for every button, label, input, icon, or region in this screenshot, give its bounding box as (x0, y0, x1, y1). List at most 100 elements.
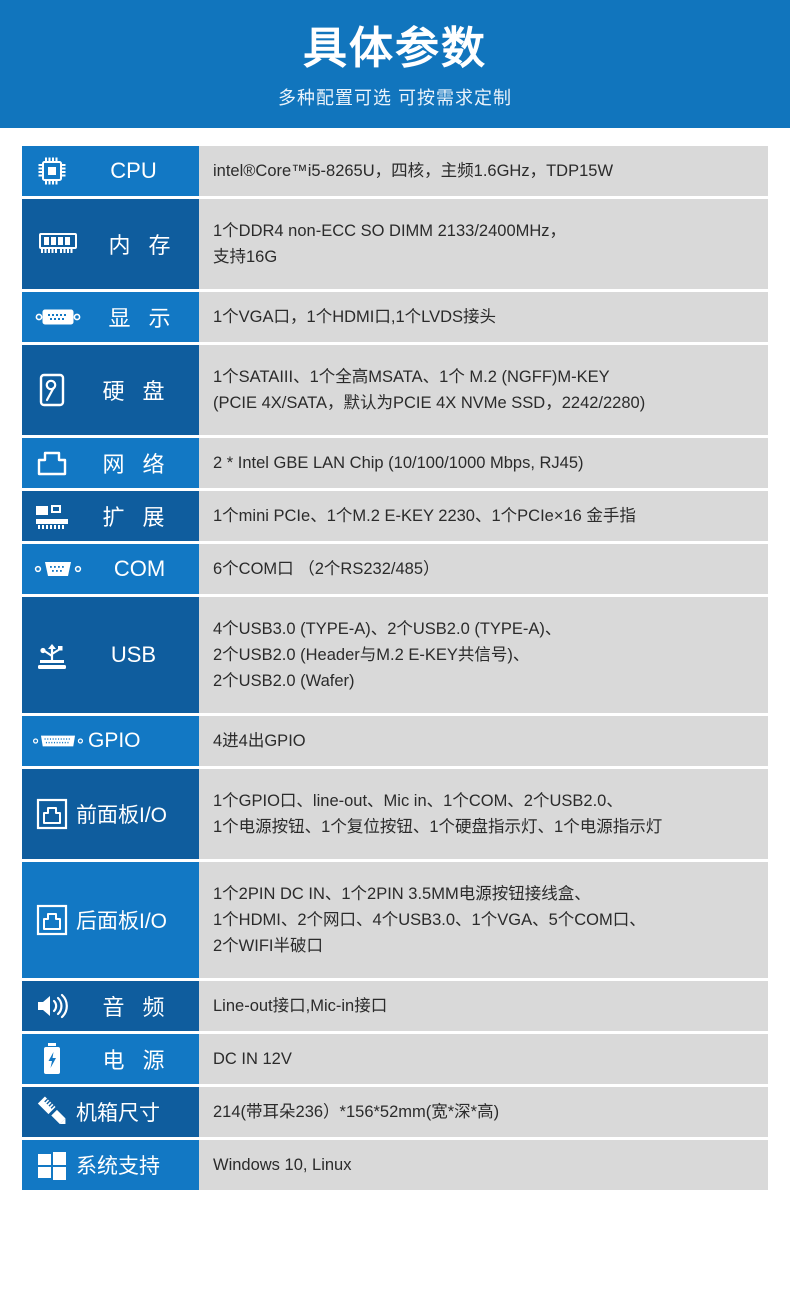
spec-label-cell: USB (22, 597, 199, 713)
spec-label-cell: 后面板I/O (22, 862, 199, 978)
speaker-audio-icon (32, 988, 72, 1024)
spec-value-cell: 1个mini PCIe、1个M.2 E-KEY 2230、1个PCIe×16 金… (199, 491, 768, 541)
spec-row: 网 络 2 * Intel GBE LAN Chip (10/100/1000 M… (22, 438, 768, 488)
spec-value-line: 1个SATAIII、1个全高MSATA、1个 M.2 (NGFF)M-KEY (213, 368, 610, 386)
spec-value-line: 1个HDMI、2个网口、4个USB3.0、1个VGA、5个COM口、 (213, 911, 646, 929)
spec-row: 后面板I/O 1个2PIN DC IN、1个2PIN 3.5MM电源按钮接线盒、 1… (22, 862, 768, 978)
spec-label-text: GPIO (88, 729, 141, 752)
rear-panel-icon (32, 902, 72, 938)
usb-icon (32, 637, 72, 673)
spec-value-line: 2个WIFI半破口 (213, 937, 323, 955)
spec-label-text: COM (113, 556, 166, 581)
page-subtitle: 多种配置可选 可按需求定制 (278, 88, 512, 109)
spec-value-cell: 4个USB3.0 (TYPE-A)、2个USB2.0 (TYPE-A)、 2个US… (199, 597, 768, 713)
spec-value-line: 支持16G (213, 248, 278, 266)
spec-value-line: 2个USB2.0 (Header与M.2 E-KEY共信号)、 (213, 646, 530, 664)
spec-value-line: 1个mini PCIe、1个M.2 E-KEY 2230、1个PCIe×16 金… (213, 507, 636, 525)
expansion-card-icon (32, 498, 72, 534)
spec-value-cell: intel®Core™i5-8265U，四核，主频1.6GHz，TDP15W (199, 146, 768, 196)
spec-label-text: 网 络 (102, 452, 171, 477)
spec-value-line: 1个2PIN DC IN、1个2PIN 3.5MM电源按钮接线盒、 (213, 885, 591, 903)
spec-label-text: 显 示 (108, 306, 177, 331)
spec-value-line: 1个VGA口，1个HDMI口,1个LVDS接头 (213, 308, 496, 326)
spec-value-line: Windows 10, Linux (213, 1156, 352, 1174)
spec-row: CPU intel®Core™i5-8265U，四核，主频1.6GHz，TDP15… (22, 146, 768, 196)
spec-row: 前面板I/O 1个GPIO口、line-out、Mic in、1个COM、2个US… (22, 769, 768, 859)
spec-label-cell: CPU (22, 146, 199, 196)
windows-logo-icon (32, 1147, 72, 1183)
spec-label-text: 前面板I/O (76, 804, 168, 827)
spec-row: 扩 展 1个mini PCIe、1个M.2 E-KEY 2230、1个PCIe×1… (22, 491, 768, 541)
spec-value-cell: Line-out接口,Mic-in接口 (199, 981, 768, 1031)
com-serial-port-icon (32, 551, 84, 587)
spec-label-cell: 显 示 (22, 292, 199, 342)
ruler-pencil-icon (32, 1094, 72, 1130)
page-title: 具体参数 (303, 23, 487, 73)
spec-value-cell: 214(带耳朵236）*156*52mm(宽*深*高) (199, 1087, 768, 1137)
spec-row: USB 4个USB3.0 (TYPE-A)、2个USB2.0 (TYPE-A)、 2… (22, 597, 768, 713)
spec-value-line: DC IN 12V (213, 1050, 292, 1068)
spec-row: 内 存 1个DDR4 non-ECC SO DIMM 2133/2400MHz， 支… (22, 199, 768, 289)
spec-label-text: 后面板I/O (76, 910, 168, 933)
spec-value-cell: 1个2PIN DC IN、1个2PIN 3.5MM电源按钮接线盒、 1个HDMI、… (199, 862, 768, 978)
spec-value-cell: 1个VGA口，1个HDMI口,1个LVDS接头 (199, 292, 768, 342)
spec-label-text: USB (110, 642, 157, 667)
spec-value-line: 4个USB3.0 (TYPE-A)、2个USB2.0 (TYPE-A)、 (213, 620, 562, 638)
spec-label-text: CPU (110, 158, 157, 183)
spec-value-line: 4进4出GPIO (213, 732, 306, 750)
spec-label-cell: 硬 盘 (22, 345, 199, 435)
spec-value-cell: Windows 10, Linux (199, 1140, 768, 1190)
spec-label-cell: 内 存 (22, 199, 199, 289)
spec-label-text: 内 存 (108, 233, 177, 258)
rj45-network-icon (32, 445, 72, 481)
spec-label-cell: 扩 展 (22, 491, 199, 541)
spec-label-text: 电 源 (102, 1048, 171, 1073)
battery-power-icon (32, 1041, 72, 1077)
spec-label-cell: 机箱尺寸 (22, 1087, 199, 1137)
spec-row: 硬 盘 1个SATAIII、1个全高MSATA、1个 M.2 (NGFF)M-KE… (22, 345, 768, 435)
spec-value-line: 2 * Intel GBE LAN Chip (10/100/1000 Mbps… (213, 454, 584, 472)
memory-module-icon (32, 226, 84, 262)
spec-label-cell: 电 源 (22, 1034, 199, 1084)
spec-value-line: 214(带耳朵236）*156*52mm(宽*深*高) (213, 1103, 500, 1121)
spec-label-cell: 前面板I/O (22, 769, 199, 859)
spec-value-line: 2个USB2.0 (Wafer) (213, 672, 355, 690)
spec-value-cell: 1个DDR4 non-ECC SO DIMM 2133/2400MHz， 支持16… (199, 199, 768, 289)
spec-row: GPIO 4进4出GPIO (22, 716, 768, 766)
spec-value-cell: DC IN 12V (199, 1034, 768, 1084)
spec-label-text: 硬 盘 (102, 379, 171, 404)
spec-label-cell: 网 络 (22, 438, 199, 488)
spec-row: 音 频 Line-out接口,Mic-in接口 (22, 981, 768, 1031)
spec-value-line: 1个GPIO口、line-out、Mic in、1个COM、2个USB2.0、 (213, 792, 623, 810)
spec-label-text: 机箱尺寸 (76, 1102, 160, 1125)
spec-value-cell: 1个GPIO口、line-out、Mic in、1个COM、2个USB2.0、 1… (199, 769, 768, 859)
spec-value-line: 6个COM口 （2个RS232/485） (213, 560, 440, 578)
vga-port-icon (32, 299, 84, 335)
spec-value-line: 1个电源按钮、1个复位按钮、1个硬盘指示灯、1个电源指示灯 (213, 818, 663, 836)
specification-table: CPU intel®Core™i5-8265U，四核，主频1.6GHz，TDP15… (0, 128, 790, 1215)
gpio-connector-icon (32, 723, 84, 759)
hard-disk-icon (32, 372, 72, 408)
spec-label-text: 音 频 (102, 995, 171, 1020)
front-panel-icon (32, 796, 72, 832)
spec-value-line: 1个DDR4 non-ECC SO DIMM 2133/2400MHz， (213, 222, 567, 240)
spec-value-line: intel®Core™i5-8265U，四核，主频1.6GHz，TDP15W (213, 162, 614, 180)
spec-label-text: 系统支持 (76, 1155, 160, 1178)
page-header-banner: 具体参数 多种配置可选 可按需求定制 (0, 0, 790, 128)
spec-value-cell: 1个SATAIII、1个全高MSATA、1个 M.2 (NGFF)M-KEY (P… (199, 345, 768, 435)
spec-row: 机箱尺寸 214(带耳朵236）*156*52mm(宽*深*高) (22, 1087, 768, 1137)
spec-row: 系统支持 Windows 10, Linux (22, 1140, 768, 1190)
spec-label-text: 扩 展 (102, 505, 171, 530)
spec-label-cell: GPIO (22, 716, 199, 766)
spec-row: 显 示 1个VGA口，1个HDMI口,1个LVDS接头 (22, 292, 768, 342)
spec-value-cell: 6个COM口 （2个RS232/485） (199, 544, 768, 594)
spec-label-cell: COM (22, 544, 199, 594)
spec-value-cell: 2 * Intel GBE LAN Chip (10/100/1000 Mbps… (199, 438, 768, 488)
spec-value-line: (PCIE 4X/SATA，默认为PCIE 4X NVMe SSD，2242/2… (213, 394, 646, 412)
spec-row: 电 源 DC IN 12V (22, 1034, 768, 1084)
spec-row: COM 6个COM口 （2个RS232/485） (22, 544, 768, 594)
cpu-chip-icon (32, 153, 72, 189)
spec-label-cell: 系统支持 (22, 1140, 199, 1190)
spec-label-cell: 音 频 (22, 981, 199, 1031)
spec-value-cell: 4进4出GPIO (199, 716, 768, 766)
